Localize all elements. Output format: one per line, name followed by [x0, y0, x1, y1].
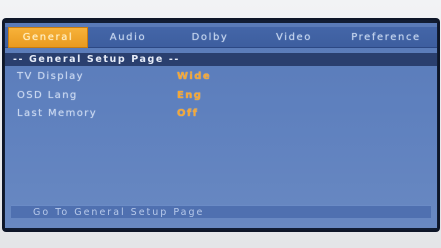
setting-row-last-memory[interactable]: Last Memory Off	[17, 107, 417, 120]
setting-row-tv-display[interactable]: TV Display Wide	[17, 70, 417, 83]
page-title: -- General Setup Page --	[5, 53, 437, 66]
setting-label: Last Memory	[17, 108, 98, 119]
tab-dolby[interactable]: Dolby	[168, 27, 252, 48]
tab-general[interactable]: General	[8, 26, 88, 48]
tab-preference[interactable]: Preference	[336, 27, 436, 48]
tv-frame: General Audio Dolby Video Preference -- …	[0, 0, 441, 248]
setting-label: TV Display	[17, 71, 84, 82]
tab-video[interactable]: Video	[252, 27, 336, 48]
setting-value[interactable]: Off	[177, 108, 198, 119]
osd-screen: General Audio Dolby Video Preference -- …	[5, 23, 437, 228]
status-bar: Go To General Setup Page	[11, 205, 431, 218]
setting-row-osd-lang[interactable]: OSD Lang Eng	[17, 89, 417, 102]
setting-value[interactable]: Wide	[177, 71, 211, 82]
setting-label: OSD Lang	[17, 90, 78, 101]
menu-tab-bar: General Audio Dolby Video Preference	[5, 26, 437, 48]
tab-audio[interactable]: Audio	[88, 27, 168, 48]
setting-value[interactable]: Eng	[177, 90, 202, 101]
